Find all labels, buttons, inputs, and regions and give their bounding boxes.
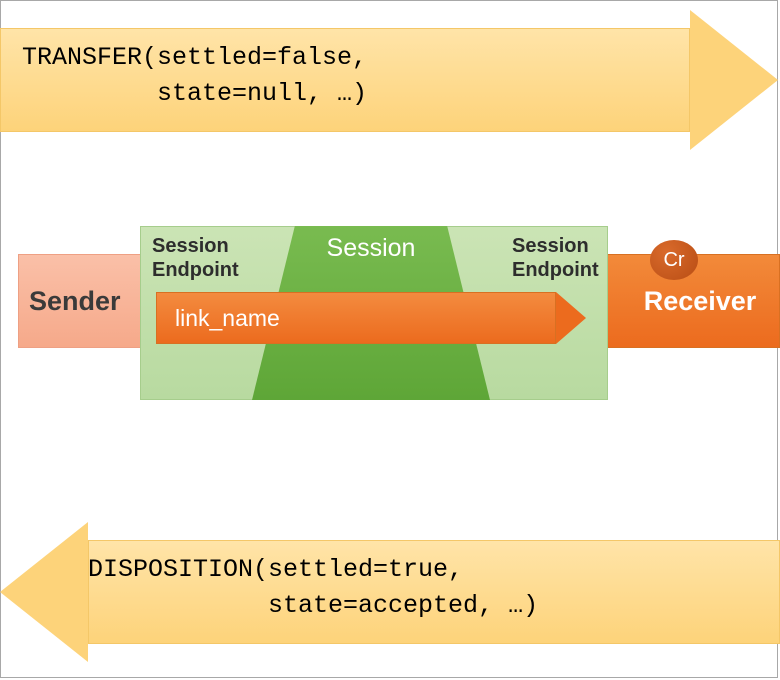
arrow-right-icon (690, 10, 778, 150)
link-name-label: link_name (175, 305, 280, 332)
sender-box: Sender (18, 254, 158, 348)
arrow-right-icon (556, 292, 586, 344)
sender-label: Sender (29, 286, 121, 317)
endpoint-right-l2: Endpoint (512, 259, 599, 281)
session-endpoint-left: Session Endpoint (152, 234, 239, 282)
credit-badge-label: Cr (663, 249, 684, 272)
session-diagram: Sender Receiver Session Session Endpoint… (0, 254, 780, 394)
transfer-line1: TRANSFER(settled=false, (22, 43, 367, 72)
disposition-line2: state=accepted, …) (88, 591, 538, 620)
session-endpoint-right: Session Endpoint (512, 234, 599, 282)
session-title: Session (252, 234, 490, 263)
endpoint-left-l1: Session (152, 235, 229, 257)
disposition-text: DISPOSITION(settled=true, state=accepted… (88, 552, 538, 625)
link-arrow-body: link_name (156, 292, 556, 344)
disposition-arrow: DISPOSITION(settled=true, state=accepted… (0, 522, 780, 662)
receiver-label: Receiver (644, 286, 757, 317)
transfer-line2: state=null, …) (22, 79, 367, 108)
transfer-arrow: TRANSFER(settled=false, state=null, …) (0, 10, 780, 150)
arrow-left-icon (0, 522, 88, 662)
endpoint-right-l1: Session (512, 235, 589, 257)
credit-badge: Cr (650, 240, 698, 280)
transfer-text: TRANSFER(settled=false, state=null, …) (22, 40, 367, 113)
endpoint-left-l2: Endpoint (152, 259, 239, 281)
link-arrow: link_name (156, 292, 586, 344)
disposition-line1: DISPOSITION(settled=true, (88, 555, 463, 584)
